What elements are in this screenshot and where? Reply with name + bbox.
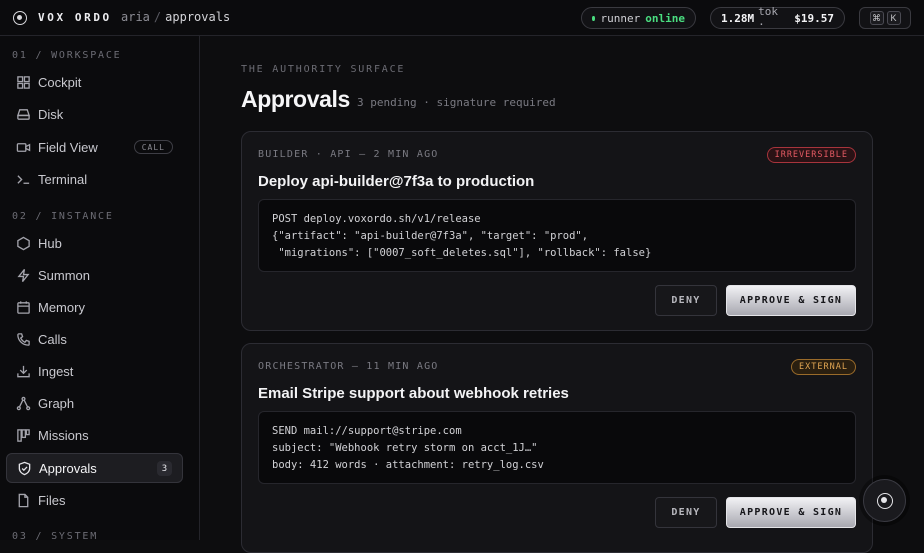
approval-card: ORCHESTRATOR — 11 MIN AGO EXTERNAL Email… <box>241 343 873 553</box>
sidebar-item-label: Ingest <box>38 363 74 379</box>
request-payload: POST deploy.voxordo.sh/v1/release {"arti… <box>258 199 856 272</box>
card-meta: ORCHESTRATOR — 11 MIN AGO <box>258 361 439 372</box>
sidebar-item-field-view[interactable]: Field View CALL <box>6 132 183 162</box>
sidebar: 01 / WORKSPACE Cockpit Disk Field View C… <box>0 36 200 542</box>
k-key: K <box>886 11 901 25</box>
kanban-icon <box>15 427 31 443</box>
sidebar-item-approvals[interactable]: Approvals 3 <box>6 453 183 483</box>
approvals-count-badge: 3 <box>157 461 172 476</box>
token-unit: tok · <box>758 5 778 31</box>
phone-icon <box>15 331 31 347</box>
sidebar-item-label: Cockpit <box>38 74 82 90</box>
card-meta: BUILDER · API — 2 MIN AGO <box>258 149 439 160</box>
hexagon-icon <box>15 235 31 251</box>
sidebar-item-cockpit[interactable]: Cockpit <box>6 67 183 97</box>
sidebar-item-label: Field View <box>38 139 98 155</box>
runner-label: runner <box>600 11 641 25</box>
approval-card: BUILDER · API — 2 MIN AGO IRREVERSIBLE D… <box>241 131 873 331</box>
runner-status-pill[interactable]: runner online <box>581 7 696 29</box>
sidebar-item-label: Approvals <box>39 460 97 476</box>
card-title: Email Stripe support about webhook retri… <box>258 385 569 402</box>
shield-check-icon <box>16 460 32 476</box>
approve-sign-button[interactable]: APPROVE & SIGN <box>726 285 856 316</box>
sidebar-item-label: Hub <box>38 235 62 251</box>
sidebar-item-hub[interactable]: Hub <box>6 228 183 258</box>
bolt-icon <box>15 267 31 283</box>
file-icon <box>15 492 31 508</box>
external-badge: EXTERNAL <box>791 359 856 375</box>
disk-icon <box>15 106 31 122</box>
sidebar-item-disk[interactable]: Disk <box>6 99 183 129</box>
request-payload: SEND mail://support@stripe.com subject: … <box>258 411 856 484</box>
assistant-fab-button[interactable] <box>863 479 906 522</box>
sidebar-item-files[interactable]: Files <box>6 485 183 515</box>
sidebar-item-label: Disk <box>38 106 64 122</box>
terminal-icon <box>15 171 31 187</box>
cost-value: $19.57 <box>794 11 834 25</box>
logo-icon <box>13 11 27 25</box>
status-dot-icon <box>592 15 595 21</box>
sidebar-item-missions[interactable]: Missions <box>6 420 183 450</box>
sidebar-item-calls[interactable]: Calls <box>6 324 183 354</box>
sidebar-item-memory[interactable]: Memory <box>6 292 183 322</box>
approve-sign-button[interactable]: APPROVE & SIGN <box>726 497 856 528</box>
section-heading-instance: 02 / INSTANCE <box>12 211 114 222</box>
sidebar-item-label: Files <box>38 492 66 508</box>
page-subtitle: 3 pending · signature required <box>357 96 556 109</box>
sidebar-item-label: Calls <box>38 331 67 347</box>
brand-name: VOX ORDO <box>38 11 112 24</box>
top-bar: VOX ORDO aria / approvals runner online 1.… <box>0 0 924 36</box>
page-eyebrow: THE AUTHORITY SURFACE <box>241 64 406 75</box>
sidebar-item-graph[interactable]: Graph <box>6 388 183 418</box>
sidebar-item-ingest[interactable]: Ingest <box>6 356 183 386</box>
card-title: Deploy api-builder@7f3a to production <box>258 173 535 190</box>
download-icon <box>15 363 31 379</box>
sidebar-item-label: Graph <box>38 395 75 411</box>
grid-icon <box>15 74 31 90</box>
irreversible-badge: IRREVERSIBLE <box>766 147 856 163</box>
page-title: Approvals <box>241 86 350 112</box>
section-heading-workspace: 01 / WORKSPACE <box>12 50 122 61</box>
deny-button[interactable]: DENY <box>655 285 717 316</box>
breadcrumb-separator: / <box>153 10 162 24</box>
breadcrumb-current: approvals <box>165 10 231 24</box>
sidebar-item-label: Memory <box>38 299 85 315</box>
assistant-icon <box>876 492 893 509</box>
graph-icon <box>15 395 31 411</box>
deny-button[interactable]: DENY <box>655 497 717 528</box>
command-palette-button[interactable]: ⌘ K <box>859 7 911 29</box>
call-tag: CALL <box>133 140 173 154</box>
breadcrumb: aria / approvals <box>121 10 230 24</box>
section-heading-system: 03 / SYSTEM <box>12 531 99 542</box>
command-key-icon: ⌘ <box>869 11 884 25</box>
sidebar-item-label: Missions <box>38 427 89 443</box>
token-count: 1.28M <box>721 11 755 25</box>
video-icon <box>15 139 31 155</box>
sidebar-item-label: Terminal <box>38 171 88 187</box>
calendar-icon <box>15 299 31 315</box>
sidebar-item-summon[interactable]: Summon <box>6 260 183 290</box>
usage-pill[interactable]: 1.28M tok · $19.57 <box>710 5 845 31</box>
sidebar-item-label: Summon <box>38 267 91 283</box>
runner-status: online <box>645 11 685 25</box>
sidebar-item-terminal[interactable]: Terminal <box>6 164 183 194</box>
breadcrumb-parent[interactable]: aria <box>121 10 150 24</box>
